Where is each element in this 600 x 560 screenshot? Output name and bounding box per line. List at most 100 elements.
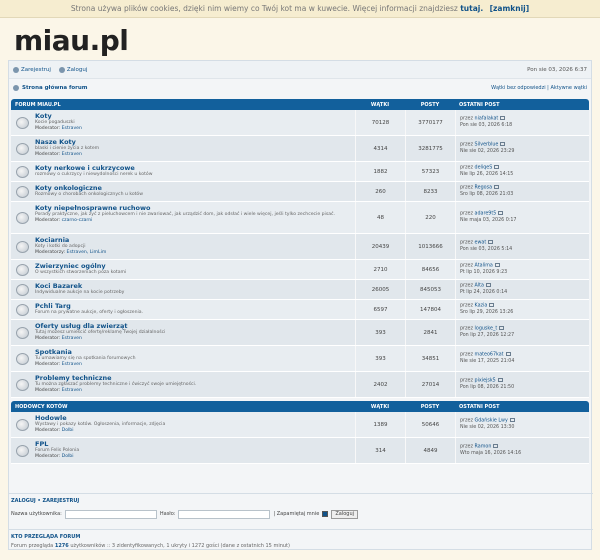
forum-name-cell: Koci Bazarek Indywidualne aukcje na kocie… bbox=[11, 280, 355, 299]
username-input[interactable] bbox=[64, 509, 157, 519]
view-latest-post-icon[interactable] bbox=[498, 210, 504, 215]
last-post-author[interactable]: Kazia bbox=[475, 303, 488, 308]
view-latest-post-icon[interactable] bbox=[489, 302, 495, 307]
forum-read-icon bbox=[16, 444, 29, 457]
site-logo[interactable]: miau.pl bbox=[14, 24, 129, 57]
view-latest-post-icon[interactable] bbox=[493, 443, 499, 448]
forum-row: FPL Forum Felis Polonia Moderator: Dolbi 31… bbox=[11, 438, 589, 464]
forum-row: Problemy techniczne Tu można zgłaszać pro… bbox=[11, 372, 589, 398]
login-register-links[interactable]: ZALOGUJ • ZAREJESTRUJ bbox=[9, 493, 593, 507]
forum-title-link[interactable]: Nasze Koty bbox=[35, 138, 351, 146]
forum-row: Hodowle Wystawy i pokazy kotów. Ogłoszeni… bbox=[11, 412, 589, 438]
view-latest-post-icon[interactable] bbox=[500, 141, 506, 146]
password-input[interactable] bbox=[178, 509, 271, 519]
view-latest-post-icon[interactable] bbox=[499, 325, 505, 330]
forum-moderators: Moderator: Estraven bbox=[35, 388, 82, 393]
view-latest-post-icon[interactable] bbox=[497, 377, 503, 382]
register-icon bbox=[13, 66, 19, 73]
home-icon bbox=[13, 85, 19, 91]
forum-title-link[interactable]: FPL bbox=[35, 440, 351, 448]
last-post-author[interactable]: Alta bbox=[475, 283, 484, 288]
last-post-author[interactable]: Silverblue bbox=[475, 142, 499, 147]
last-post-author[interactable]: deliqeS bbox=[475, 165, 493, 170]
login-link[interactable]: Zaloguj bbox=[58, 66, 87, 73]
last-post-author[interactable]: pixiejsk5 bbox=[475, 378, 496, 383]
moderator-link[interactable]: czarno-czarni bbox=[62, 218, 93, 223]
last-post-author[interactable]: Gdańskie Lwy bbox=[475, 418, 508, 423]
forum-title-link[interactable]: Pchli Targ bbox=[35, 302, 351, 310]
last-post-author[interactable]: mateo67kat bbox=[475, 352, 504, 357]
forum-title-link[interactable]: Koty onkologiczne bbox=[35, 184, 351, 192]
last-post-date: Nie sie 02, 2026 23:29 bbox=[460, 148, 515, 154]
forum-moderators: Moderator: Estraven bbox=[35, 336, 82, 341]
header-topics: WĄTKI bbox=[370, 101, 390, 108]
quick-links[interactable]: Wątki bez odpowiedzi | Aktywne wątki bbox=[491, 85, 587, 91]
header-name[interactable]: FORUM MIAU.PL bbox=[11, 102, 355, 108]
view-latest-post-icon[interactable] bbox=[494, 164, 500, 169]
posts-count: 57323 bbox=[405, 162, 455, 181]
moderator-link[interactable]: Estraven bbox=[62, 152, 82, 157]
last-post-cell: przez deliqeS Nie lip 26, 2026 14:15 bbox=[455, 162, 589, 181]
who-is-online-title: KTO PRZEGLĄDA FORUM bbox=[9, 529, 593, 543]
view-latest-post-icon[interactable] bbox=[505, 351, 511, 356]
register-link[interactable]: Zarejestruj bbox=[13, 66, 51, 73]
breadcrumb-home[interactable]: Strona główna forum bbox=[13, 85, 88, 91]
forum-title-link[interactable]: Oferty usług dla zwierząt bbox=[35, 322, 351, 330]
forum-title-link[interactable]: Zwierzyniec ogólny bbox=[35, 262, 351, 270]
last-post-cell: przez Regosa Sro lip 08, 2026 21:03 bbox=[455, 182, 589, 201]
view-latest-post-icon[interactable] bbox=[500, 115, 506, 120]
last-post-author[interactable]: Ramon bbox=[475, 444, 492, 449]
table-header: FORUM MIAU.PL WĄTKI POSTY OSTATNI POST bbox=[11, 99, 589, 110]
view-latest-post-icon[interactable] bbox=[494, 262, 500, 267]
posts-count: 4849 bbox=[405, 438, 455, 463]
last-post-author[interactable]: Regosa bbox=[475, 185, 493, 190]
forum-title-link[interactable]: Problemy techniczne bbox=[35, 374, 351, 382]
posts-count: 1013666 bbox=[405, 234, 455, 259]
forum-name-cell: Kociarnia Koty i kotki do adopcji Moderato… bbox=[11, 234, 355, 259]
topics-count: 2402 bbox=[355, 372, 405, 397]
forum-read-icon bbox=[16, 142, 29, 155]
moderator-link[interactable]: Estraven bbox=[62, 362, 82, 367]
moderator-link[interactable]: Estraven bbox=[62, 126, 82, 131]
forum-title-link[interactable]: Koty nerkowe i cukrzycowe bbox=[35, 164, 351, 172]
last-post-author[interactable]: niafalakat bbox=[475, 116, 499, 121]
forum-title-link[interactable]: Koty niepełnosprawne ruchowo bbox=[35, 204, 351, 212]
forum-title-link[interactable]: Koty bbox=[35, 112, 351, 120]
forum-title-link[interactable]: Hodowle bbox=[35, 414, 351, 422]
last-post-author[interactable]: ewat bbox=[475, 240, 487, 245]
cookie-close-link[interactable]: [zamknij] bbox=[490, 4, 530, 13]
last-post-author[interactable]: Atalima bbox=[475, 263, 493, 268]
forum-read-icon bbox=[16, 283, 29, 296]
forum-row: Oferty usług dla zwierząt Tutaj możesz um… bbox=[11, 320, 589, 346]
forum-name-cell: Koty Kocie pogaduszki Moderator: Estraven bbox=[11, 110, 355, 135]
moderator-link[interactable]: Estraven bbox=[62, 388, 82, 393]
last-post-cell: przez Silverblue Nie sie 02, 2026 23:29 bbox=[455, 136, 589, 161]
moderator-link[interactable]: Estraven, LimLim bbox=[67, 250, 107, 255]
forum-title-link[interactable]: Kociarnia bbox=[35, 236, 351, 244]
posts-count: 2841 bbox=[405, 320, 455, 345]
view-latest-post-icon[interactable] bbox=[494, 184, 500, 189]
quick-login: Nazwa użytkownika: Hasło: | Zapamiętaj m… bbox=[9, 507, 593, 521]
remember-checkbox[interactable] bbox=[322, 511, 329, 517]
topics-count: 48 bbox=[355, 202, 405, 233]
last-post-date: Nie maja 03, 2026 0:17 bbox=[460, 217, 517, 223]
forum-title-link[interactable]: Spotkania bbox=[35, 348, 351, 356]
posts-count: 147804 bbox=[405, 300, 455, 319]
header-band: miau.pl bbox=[0, 18, 600, 60]
login-button[interactable]: Zaloguj bbox=[331, 509, 358, 519]
posts-count: 3281775 bbox=[405, 136, 455, 161]
view-latest-post-icon[interactable] bbox=[509, 417, 515, 422]
moderator-link[interactable]: Dolbi bbox=[62, 428, 74, 433]
last-post-author[interactable]: adare9t5 bbox=[475, 211, 497, 216]
moderator-link[interactable]: Dolbi bbox=[62, 454, 74, 459]
last-post-date: Pon lip 08, 2026 21:50 bbox=[460, 384, 515, 390]
view-latest-post-icon[interactable] bbox=[485, 282, 491, 287]
moderator-link[interactable]: Estraven bbox=[62, 336, 82, 341]
forum-title-link[interactable]: Koci Bazarek bbox=[35, 282, 351, 290]
forum-read-icon bbox=[16, 418, 29, 431]
view-latest-post-icon[interactable] bbox=[488, 239, 494, 244]
last-post-author[interactable]: loguske_t bbox=[475, 326, 498, 331]
header-name[interactable]: HODOWCY KOTÓW bbox=[11, 404, 355, 410]
cookie-info-link[interactable]: tutaj. bbox=[460, 4, 483, 13]
remember-label: | Zapamiętaj mnie bbox=[273, 511, 320, 517]
